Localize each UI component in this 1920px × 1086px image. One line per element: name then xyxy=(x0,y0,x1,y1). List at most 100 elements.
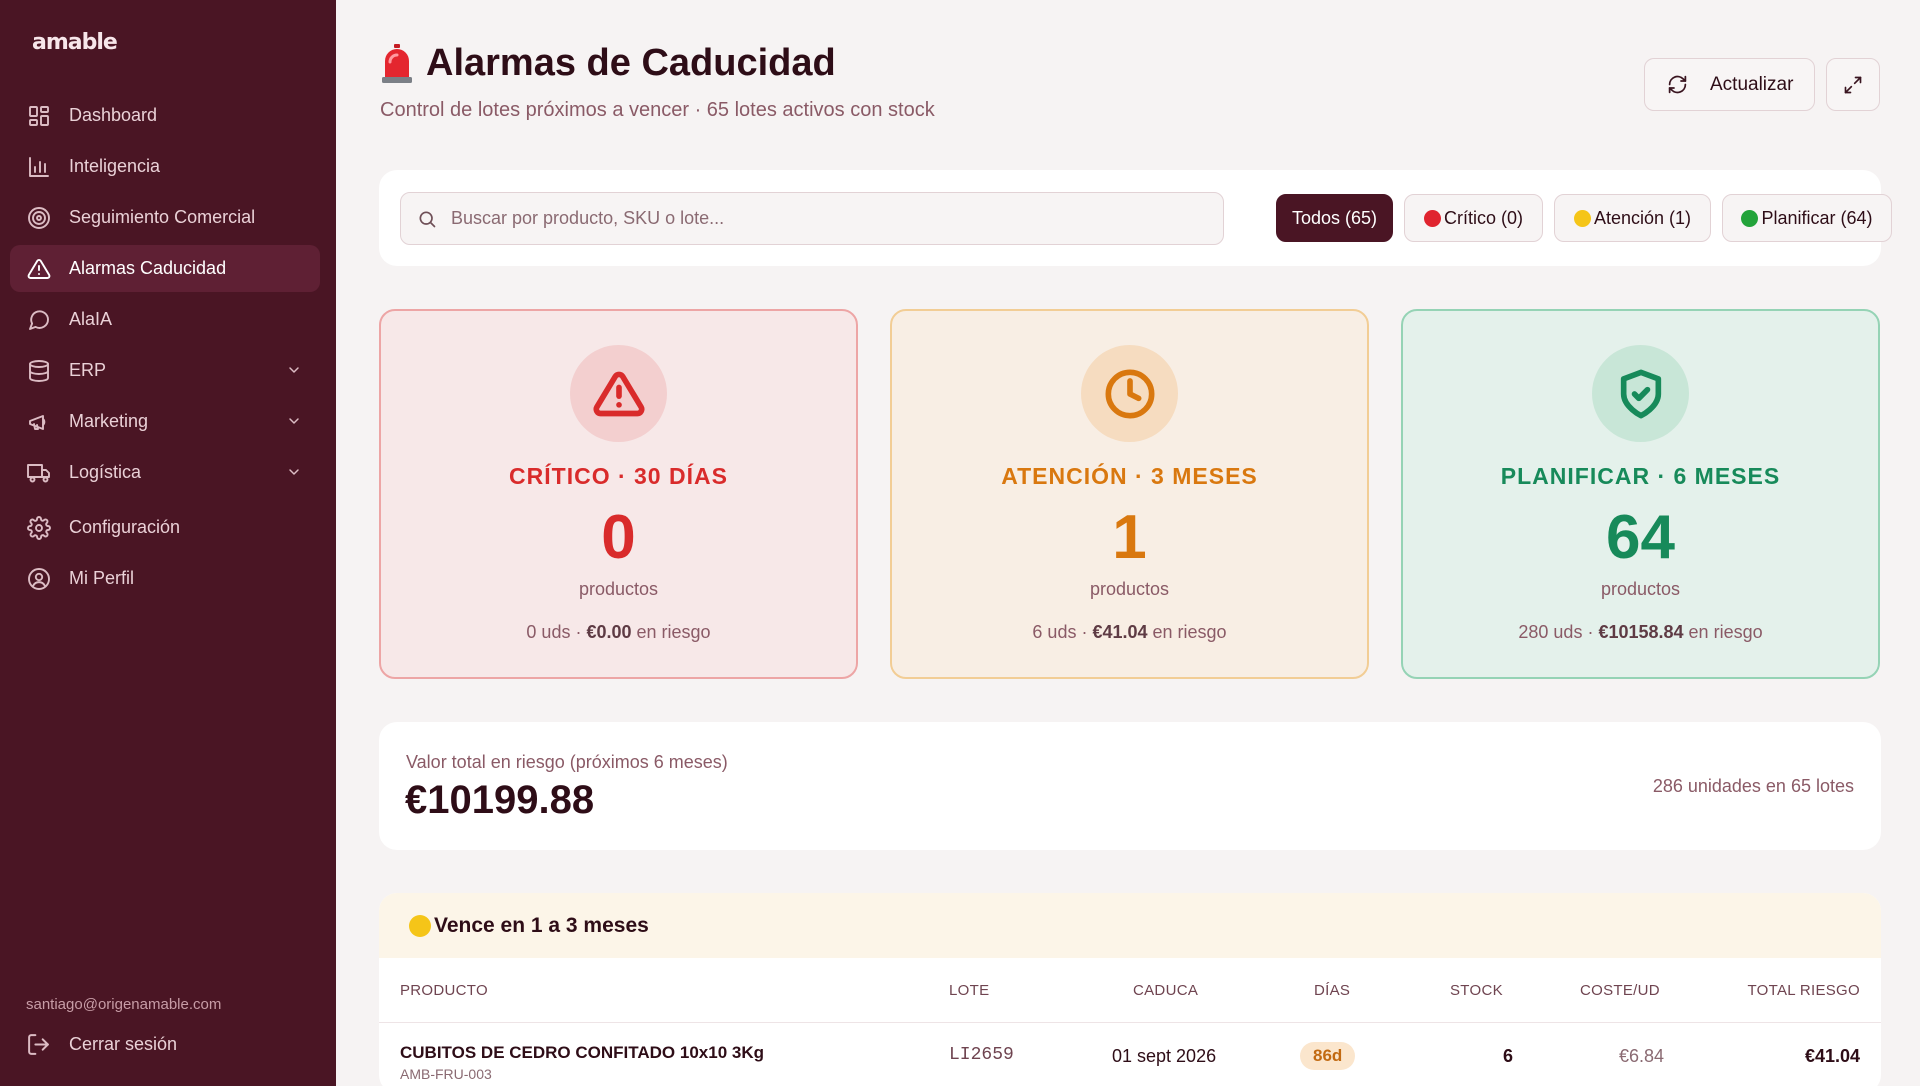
refresh-button[interactable]: Actualizar xyxy=(1644,58,1815,111)
search-input[interactable] xyxy=(451,208,1211,229)
sidebar-item-label: Configuración xyxy=(69,517,181,537)
sidebar-item-label: Seguimiento Comercial xyxy=(69,207,256,227)
column-header-product[interactable]: PRODUCTO xyxy=(400,982,488,999)
card-count: 0 xyxy=(601,503,636,572)
sidebar-item-inteligencia[interactable]: Inteligencia xyxy=(10,143,320,190)
sidebar-item-erp[interactable]: ERP xyxy=(10,347,320,394)
chip-label: Todos (65) xyxy=(1291,207,1378,228)
filter-chip-todos[interactable]: Todos (65) xyxy=(1276,194,1393,242)
shield-check-icon xyxy=(1620,369,1661,418)
expiry-table: Vence en 1 a 3 meses PRODUCTO LOTE CADUC… xyxy=(379,893,1881,1086)
logout-button[interactable]: Cerrar sesión xyxy=(26,1032,177,1057)
expiry-date: 01 sept 2026 xyxy=(1112,1046,1217,1066)
sidebar-item-label: Mi Perfil xyxy=(69,568,135,588)
table-section-header[interactable]: Vence en 1 a 3 meses xyxy=(379,893,1881,958)
card-count: 1 xyxy=(1112,503,1147,572)
truck-icon xyxy=(26,460,52,486)
total-risk-value: €41.04 xyxy=(1804,1046,1860,1066)
plan-card[interactable]: PLANIFICAR · 6 MESES 64 productos 280 ud… xyxy=(1401,309,1880,679)
search-icon xyxy=(419,211,436,227)
chevron-down-icon[interactable] xyxy=(286,362,302,378)
column-header-days[interactable]: DÍAS xyxy=(1314,982,1350,999)
lot-code: LI2659 xyxy=(949,1045,1014,1065)
table-section-title: Vence en 1 a 3 meses xyxy=(434,913,649,937)
sidebar-item-label: Alarmas Caducidad xyxy=(69,258,227,278)
table-row[interactable]: CUBITOS DE CEDRO CONFITADO 10x10 3Kg AMB… xyxy=(379,1023,1881,1086)
column-header-total-risk[interactable]: TOTAL RIESGO xyxy=(1747,982,1860,999)
chip-label: Planificar (64) xyxy=(1761,207,1873,228)
target-icon xyxy=(26,205,52,231)
column-header-expires[interactable]: CADUCA xyxy=(1133,982,1198,999)
card-risk: 0 uds · €0.00 en riesgo xyxy=(526,622,711,642)
card-unit: productos xyxy=(1089,579,1170,599)
table-header-row: PRODUCTO LOTE CADUCA DÍAS STOCK COSTE/UD… xyxy=(379,958,1881,1023)
card-title: CRÍTICO · 30 DÍAS xyxy=(509,463,728,489)
attention-card[interactable]: ATENCIÓN · 3 MESES 1 productos 6 uds · €… xyxy=(890,309,1369,679)
card-risk: 280 uds · €10158.84 en riesgo xyxy=(1518,622,1763,642)
red-circle-icon xyxy=(1423,209,1441,227)
sidebar-item-label: Marketing xyxy=(69,411,149,431)
product-name: CUBITOS DE CEDRO CONFITADO 10x10 3Kg xyxy=(400,1043,764,1062)
attention-icon-circle xyxy=(1081,345,1178,442)
critical-icon-circle xyxy=(570,345,667,442)
card-risk: 6 uds · €41.04 en riesgo xyxy=(1032,622,1227,642)
critical-card[interactable]: CRÍTICO · 30 DÍAS 0 productos 0 uds · €0… xyxy=(379,309,858,679)
column-header-lot[interactable]: LOTE xyxy=(949,982,989,999)
product-sku: AMB-FRU-003 xyxy=(400,1066,492,1082)
sidebar-nav: Dashboard Inteligencia Seguimiento Comer… xyxy=(10,92,320,606)
expand-button[interactable] xyxy=(1826,58,1880,111)
page-title: Alarmas de Caducidad xyxy=(380,42,836,85)
unit-cost-value: €6.84 xyxy=(1618,1046,1664,1066)
card-title: PLANIFICAR · 6 MESES xyxy=(1500,463,1781,489)
filter-bar: Todos (65) Crítico (0) Atención (1) Plan… xyxy=(379,170,1892,266)
sidebar-item-label: Logística xyxy=(69,462,142,482)
database-icon xyxy=(26,358,52,384)
clock-icon xyxy=(1105,369,1154,418)
sidebar-item-label: AlaIA xyxy=(69,309,113,329)
user-circle-icon xyxy=(26,566,52,592)
app-logo[interactable]: amable xyxy=(32,30,118,55)
chip-label: Atención (1) xyxy=(1593,207,1692,228)
sidebar-item-marketing[interactable]: Marketing xyxy=(10,398,320,445)
user-email: santiago@origenamable.com xyxy=(26,996,222,1013)
stock-value: 6 xyxy=(1502,1046,1513,1066)
column-header-unit-cost[interactable]: COSTE/UD xyxy=(1580,982,1660,999)
sidebar-item-dashboard[interactable]: Dashboard xyxy=(10,92,320,139)
sidebar-item-logistica[interactable]: Logística xyxy=(10,449,320,496)
bar-chart-icon xyxy=(26,154,52,180)
total-risk-summary: 286 unidades en 65 lotes xyxy=(1652,776,1854,796)
expand-icon xyxy=(1844,76,1862,93)
sidebar-item-alaia[interactable]: AlaIA xyxy=(10,296,320,343)
alert-triangle-icon xyxy=(593,371,644,416)
total-risk-card: Valor total en riesgo (próximos 6 meses)… xyxy=(379,722,1881,850)
sidebar-item-seguimiento-comercial[interactable]: Seguimiento Comercial xyxy=(10,194,320,241)
total-risk-value: €10199.88 xyxy=(405,778,595,822)
plan-icon-circle xyxy=(1592,345,1689,442)
sidebar-item-configuracion[interactable]: Configuración xyxy=(10,504,320,551)
filter-chip-planificar[interactable]: Planificar (64) xyxy=(1722,194,1892,242)
column-header-stock[interactable]: STOCK xyxy=(1450,982,1503,999)
filter-chip-atencion[interactable]: Atención (1) xyxy=(1554,194,1711,242)
sidebar: amable Dashboard Inteligencia Seguimient… xyxy=(0,0,336,1086)
main-content: Alarmas de Caducidad Control de lotes pr… xyxy=(336,0,1920,1086)
sidebar-item-label: Inteligencia xyxy=(69,156,161,176)
sidebar-item-mi-perfil[interactable]: Mi Perfil xyxy=(10,555,320,602)
sidebar-item-alarmas-caducidad[interactable]: Alarmas Caducidad xyxy=(10,245,320,292)
card-unit: productos xyxy=(1600,579,1681,599)
chevron-down-icon[interactable] xyxy=(286,464,302,480)
dashboard-icon xyxy=(26,103,52,129)
yellow-circle-icon xyxy=(1573,209,1591,227)
message-circle-icon xyxy=(26,307,52,333)
alert-triangle-icon xyxy=(26,256,52,282)
search-box[interactable] xyxy=(400,192,1224,245)
logout-icon xyxy=(28,1034,49,1055)
page-title-text: Alarmas de Caducidad xyxy=(426,42,836,84)
days-badge: 86d xyxy=(1300,1042,1356,1070)
yellow-circle-icon xyxy=(409,914,431,937)
refresh-label: Actualizar xyxy=(1710,73,1794,95)
logout-label: Cerrar sesión xyxy=(69,1034,178,1054)
card-count: 64 xyxy=(1606,503,1675,572)
filter-chip-critico[interactable]: Crítico (0) xyxy=(1404,194,1543,242)
chevron-down-icon[interactable] xyxy=(286,413,302,429)
page-subtitle: Control de lotes próximos a vencer · 65 … xyxy=(380,99,935,121)
